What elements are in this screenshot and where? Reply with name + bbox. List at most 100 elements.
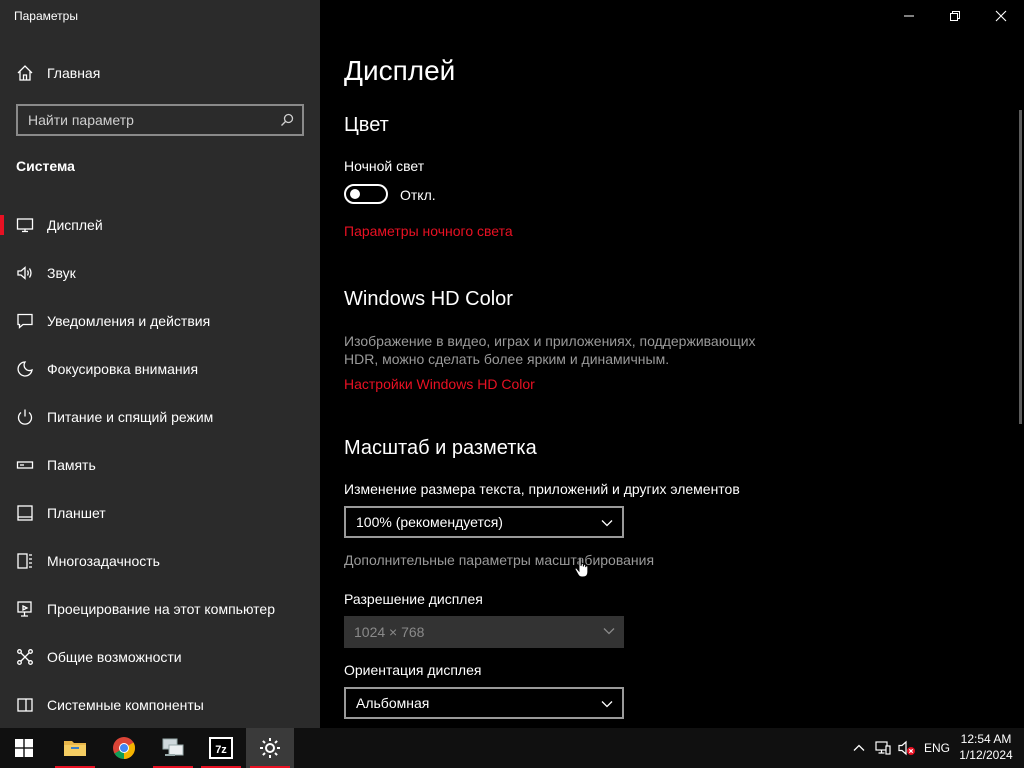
- orientation-value: Альбомная: [356, 695, 430, 711]
- sidebar-item-projecting[interactable]: Проецирование на этот компьютер: [0, 589, 320, 629]
- start-button[interactable]: [0, 728, 48, 768]
- section-heading-hdr: Windows HD Color: [344, 288, 513, 310]
- search-input[interactable]: Найти параметр: [16, 104, 304, 136]
- tray-network-button[interactable]: [872, 728, 894, 768]
- sidebar-item-label: Питание и спящий режим: [47, 409, 214, 425]
- scrollbar[interactable]: [1019, 110, 1022, 424]
- sidebar-item-focus-assist[interactable]: Фокусировка внимания: [0, 349, 320, 389]
- taskbar-settings[interactable]: [246, 728, 294, 768]
- close-button[interactable]: [978, 0, 1024, 32]
- sidebar-item-system-components[interactable]: Системные компоненты: [0, 685, 320, 725]
- sidebar-item-label: Системные компоненты: [47, 697, 204, 713]
- maximize-button[interactable]: [932, 0, 978, 32]
- network-icon: [875, 741, 891, 755]
- sidebar-item-notifications[interactable]: Уведомления и действия: [0, 301, 320, 341]
- search-icon: [281, 113, 294, 126]
- sidebar-item-label: Дисплей: [47, 217, 103, 233]
- sidebar-item-label: Уведомления и действия: [47, 313, 211, 329]
- hdr-settings-link[interactable]: Настройки Windows HD Color: [344, 376, 535, 392]
- sidebar-item-label: Планшет: [47, 505, 106, 521]
- sidebar-item-shared-experiences[interactable]: Общие возможности: [0, 637, 320, 677]
- taskbar: 7z ENG 12:54 AM 1/12/2024: [0, 728, 1024, 768]
- projecting-icon: [16, 600, 34, 618]
- scale-value: 100% (рекомендуется): [356, 514, 503, 530]
- file-explorer-icon: [64, 741, 86, 756]
- sidebar-item-label: Звук: [47, 265, 76, 281]
- 7zip-icon: 7z: [209, 737, 233, 759]
- taskbar-7zip[interactable]: 7z: [197, 728, 245, 768]
- taskbar-chrome[interactable]: [100, 728, 148, 768]
- sidebar-item-multitasking[interactable]: Многозадачность: [0, 541, 320, 581]
- sidebar-item-home[interactable]: Главная: [0, 56, 320, 90]
- night-light-toggle[interactable]: [344, 184, 388, 204]
- page-title: Дисплей: [344, 55, 456, 86]
- toggle-knob: [350, 189, 360, 199]
- restore-icon: [950, 11, 960, 21]
- sidebar-item-sound[interactable]: Звук: [0, 253, 320, 293]
- system-components-icon: [16, 696, 34, 714]
- scale-dropdown[interactable]: 100% (рекомендуется): [344, 506, 624, 538]
- chevron-down-icon: [601, 520, 613, 527]
- night-light-label: Ночной свет: [344, 158, 425, 174]
- chrome-icon: [113, 737, 135, 759]
- advanced-scaling-link[interactable]: Дополнительные параметры масштабирования: [344, 550, 654, 570]
- chevron-down-icon: [601, 701, 613, 708]
- notifications-icon: [16, 312, 34, 330]
- clock-date: 1/12/2024: [959, 748, 1013, 762]
- settings-gear-icon: [260, 738, 280, 758]
- hand-cursor-icon: [574, 556, 589, 578]
- svg-text:7z: 7z: [215, 744, 227, 756]
- taskbar-network-app[interactable]: [149, 728, 197, 768]
- moon-icon: [16, 360, 34, 378]
- section-heading-scale: Масштаб и разметка: [344, 437, 537, 459]
- sidebar-item-label: Проецирование на этот компьютер: [47, 601, 275, 617]
- tray-volume-button[interactable]: [896, 728, 918, 768]
- resolution-dropdown[interactable]: 1024 × 768: [344, 616, 624, 648]
- resolution-value: 1024 × 768: [354, 624, 425, 640]
- orientation-dropdown[interactable]: Альбомная: [344, 687, 624, 719]
- main-content: Дисплей Цвет Ночной свет Откл. Параметры…: [320, 0, 1024, 728]
- taskbar-clock[interactable]: 12:54 AM 1/12/2024: [955, 731, 1017, 763]
- minimize-button[interactable]: [886, 0, 932, 32]
- minimize-icon: [904, 15, 914, 17]
- resolution-label: Разрешение дисплея: [344, 591, 483, 607]
- tray-overflow-button[interactable]: [848, 728, 870, 768]
- section-heading-color: Цвет: [344, 114, 389, 136]
- sidebar-item-display[interactable]: Дисплей: [0, 205, 320, 245]
- multitasking-icon: [16, 552, 34, 570]
- sidebar-item-power[interactable]: Питание и спящий режим: [0, 397, 320, 437]
- display-icon: [16, 216, 34, 234]
- sidebar-section-title: Система: [16, 158, 75, 174]
- sidebar-item-label: Общие возможности: [47, 649, 182, 665]
- hdr-description-line2: HDR, можно сделать более ярким и динамич…: [344, 351, 670, 367]
- app-title: Параметры: [14, 9, 78, 23]
- sidebar-item-label: Память: [47, 457, 96, 473]
- sidebar-item-label: Фокусировка внимания: [47, 361, 199, 377]
- chevron-up-icon: [853, 744, 865, 751]
- taskbar-file-explorer[interactable]: [51, 728, 99, 768]
- sidebar-item-label: Главная: [47, 65, 101, 81]
- storage-icon: [16, 456, 34, 474]
- sidebar-item-storage[interactable]: Память: [0, 445, 320, 485]
- search-placeholder: Найти параметр: [28, 112, 134, 128]
- night-light-settings-link[interactable]: Параметры ночного света: [344, 223, 513, 239]
- network-app-icon: [162, 738, 184, 756]
- scale-label: Изменение размера текста, приложений и д…: [344, 481, 740, 497]
- night-light-state: Откл.: [400, 187, 436, 203]
- start-icon: [15, 739, 33, 757]
- volume-muted-icon: [898, 740, 915, 756]
- sidebar-item-label: Многозадачность: [47, 553, 160, 569]
- home-icon: [16, 64, 34, 82]
- speaker-icon: [16, 264, 34, 282]
- close-icon: [995, 10, 1007, 22]
- hdr-description-line1: Изображение в видео, играх и приложениях…: [344, 333, 756, 349]
- chevron-down-icon: [603, 628, 615, 635]
- orientation-label: Ориентация дисплея: [344, 662, 482, 678]
- power-icon: [16, 408, 34, 426]
- sidebar: Параметры Главная Найти параметр Система…: [0, 0, 320, 728]
- shared-experiences-icon: [16, 648, 34, 666]
- clock-time: 12:54 AM: [960, 732, 1012, 746]
- sidebar-item-tablet[interactable]: Планшет: [0, 493, 320, 533]
- tablet-icon: [16, 504, 34, 522]
- input-language-indicator[interactable]: ENG: [924, 741, 950, 755]
